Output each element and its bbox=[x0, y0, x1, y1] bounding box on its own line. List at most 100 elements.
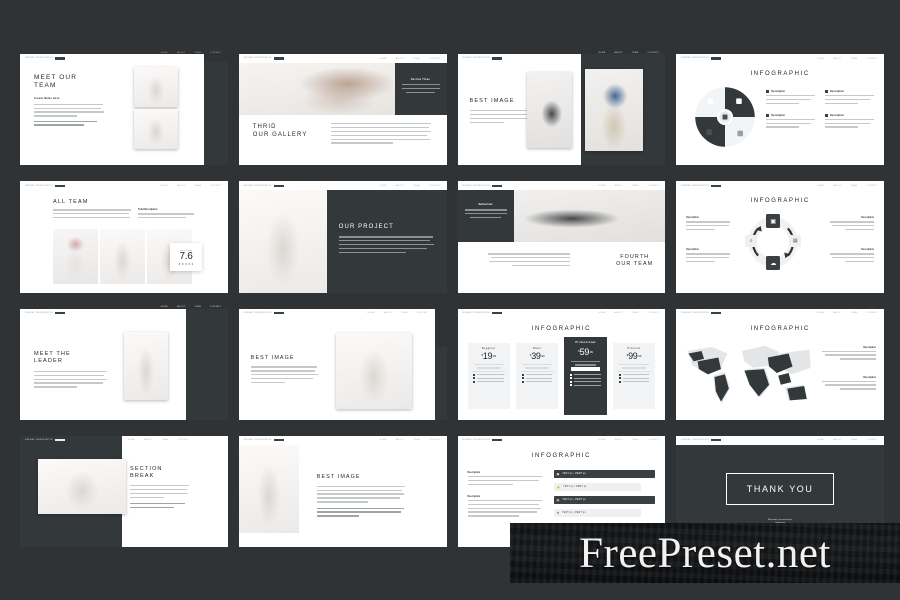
nav-team[interactable]: TEAM bbox=[413, 58, 420, 60]
nav-contact[interactable]: CONTACT bbox=[648, 185, 660, 187]
pricing-plan-begginer[interactable]: Begginer $ 19 .99 bbox=[467, 342, 510, 409]
nav-contact[interactable]: CONTACT bbox=[648, 52, 660, 54]
nav-home[interactable]: HOME bbox=[368, 312, 375, 314]
nav-team[interactable]: TEAM bbox=[632, 52, 639, 54]
slide-meet-our-team[interactable]: MINIMAL PRESENTATION MEET OUR TEAM Creat… bbox=[16, 48, 232, 172]
logo-text: MINIMAL PRESENTATION bbox=[462, 439, 491, 442]
nav-team[interactable]: TEAM bbox=[194, 52, 201, 54]
slide-fourth-our-team[interactable]: MINIMAL PRESENTATION HOME ABOUT TEAM CON… bbox=[453, 175, 670, 299]
body-text bbox=[250, 366, 319, 384]
nav-contact[interactable]: CONTACT bbox=[177, 439, 189, 441]
nav-about[interactable]: ABOUT bbox=[396, 185, 404, 187]
nav-team[interactable]: TEAM bbox=[162, 439, 169, 441]
slide-section-break[interactable]: MINIMAL PRESENTATION HOME ABOUT TEAM CON… bbox=[16, 429, 232, 553]
plan-cents: .99 bbox=[492, 354, 497, 358]
nav-home[interactable]: HOME bbox=[817, 439, 824, 441]
nav-about[interactable]: ABOUT bbox=[396, 439, 404, 441]
slide-meet-the-leader[interactable]: MINIMAL PRESENTATION MEET THE LEADER HOM… bbox=[16, 302, 232, 426]
nav-contact[interactable]: CONTACT bbox=[429, 439, 441, 441]
slide-infographic-circle[interactable]: MINIMAL PRESENTATION HOME ABOUT TEAM CON… bbox=[672, 48, 888, 172]
nav-home[interactable]: HOME bbox=[380, 439, 387, 441]
nav-home[interactable]: HOME bbox=[817, 312, 824, 314]
slide-nav: HOME ABOUT TEAM CONTACT bbox=[817, 312, 878, 314]
content-panel: OUR PROJECT bbox=[326, 190, 447, 293]
slide-best-image-3[interactable]: MINIMAL PRESENTATION HOME ABOUT TEAM CON… bbox=[234, 429, 451, 553]
bar-item-3[interactable]: ▤ TEXT px • PERT px bbox=[553, 495, 656, 504]
slide-our-project[interactable]: MINIMAL PRESENTATION HOME ABOUT TEAM CON… bbox=[234, 175, 451, 299]
slide-infographic-pricing[interactable]: MINIMAL PRESENTATION HOME ABOUT TEAM CON… bbox=[453, 302, 670, 426]
nav-about[interactable]: ABOUT bbox=[614, 312, 622, 314]
bar-item-2[interactable]: ☝ TEXT px • PERT px bbox=[553, 482, 641, 491]
nav-team[interactable]: TEAM bbox=[851, 312, 858, 314]
nav-home[interactable]: HOME bbox=[817, 185, 824, 187]
nav-about[interactable]: ABOUT bbox=[833, 58, 841, 60]
nav-about[interactable]: ABOUT bbox=[614, 52, 622, 54]
nav-home[interactable]: HOME bbox=[380, 185, 387, 187]
nav-contact[interactable]: CONTACT bbox=[866, 439, 878, 441]
nav-home[interactable]: HOME bbox=[380, 58, 387, 60]
nav-home[interactable]: HOME bbox=[161, 185, 168, 187]
nav-team[interactable]: TEAM bbox=[401, 312, 408, 314]
nav-home[interactable]: HOME bbox=[161, 306, 168, 308]
nav-team[interactable]: TEAM bbox=[194, 306, 201, 308]
nav-about[interactable]: ABOUT bbox=[384, 312, 392, 314]
nav-about[interactable]: ABOUT bbox=[177, 306, 185, 308]
nav-about[interactable]: ABOUT bbox=[833, 185, 841, 187]
pricing-plan-professional[interactable]: Professional $ 59 .99 bbox=[564, 336, 607, 415]
nav-about[interactable]: ABOUT bbox=[144, 439, 152, 441]
nav-contact[interactable]: CONTACT bbox=[648, 439, 660, 441]
nav-about[interactable]: ABOUT bbox=[177, 185, 185, 187]
slide-thrid-our-gallery[interactable]: MINIMAL PRESENTATION HOME ABOUT TEAM CON… bbox=[234, 48, 451, 172]
slide-infographic-cycle[interactable]: MINIMAL PRESENTATION HOME ABOUT TEAM CON… bbox=[672, 175, 888, 299]
nav-about[interactable]: ABOUT bbox=[177, 52, 185, 54]
nav-contact[interactable]: CONTACT bbox=[210, 306, 222, 308]
nav-home[interactable]: HOME bbox=[598, 52, 605, 54]
slide-chrome: MINIMAL PRESENTATION HOME ABOUT TEAM CON… bbox=[676, 54, 884, 63]
nav-home[interactable]: HOME bbox=[598, 439, 605, 441]
nav-contact[interactable]: CONTACT bbox=[429, 58, 441, 60]
nav-about[interactable]: ABOUT bbox=[833, 312, 841, 314]
nav-team[interactable]: TEAM bbox=[632, 185, 639, 187]
logo-mark bbox=[273, 184, 284, 187]
logo-text: MINIMAL PRESENTATION bbox=[681, 57, 710, 60]
nav-contact[interactable]: CONTACT bbox=[210, 52, 222, 54]
nav-team[interactable]: TEAM bbox=[413, 185, 420, 187]
nav-home[interactable]: HOME bbox=[128, 439, 135, 441]
nav-home[interactable]: HOME bbox=[598, 185, 605, 187]
bar-item-1[interactable]: ▣ TEXT px • PERT px bbox=[553, 469, 656, 478]
bar-item-4[interactable]: ⚗ TEXT px • PERT px bbox=[553, 508, 641, 517]
nav-contact[interactable]: CONTACT bbox=[866, 185, 878, 187]
slide-infographic-map[interactable]: MINIMAL PRESENTATION HOME ABOUT TEAM CON… bbox=[672, 302, 888, 426]
info-item-body bbox=[766, 95, 817, 105]
nav-about[interactable]: ABOUT bbox=[833, 439, 841, 441]
nav-team[interactable]: TEAM bbox=[194, 185, 201, 187]
nav-about[interactable]: ABOUT bbox=[614, 185, 622, 187]
slide-best-image-2[interactable]: MINIMAL PRESENTATION HOME ABOUT TEAM CON… bbox=[234, 302, 451, 426]
nav-home[interactable]: HOME bbox=[817, 58, 824, 60]
nav-contact[interactable]: CONTACT bbox=[417, 312, 429, 314]
nav-contact[interactable]: CONTACT bbox=[429, 185, 441, 187]
pricing-plan-basic[interactable]: Basic $ 39 .99 bbox=[515, 342, 559, 409]
nav-team[interactable]: TEAM bbox=[851, 439, 858, 441]
donut-chart bbox=[695, 87, 756, 147]
nav-contact[interactable]: CONTACT bbox=[210, 185, 222, 187]
slide-all-team[interactable]: MINIMAL PRESENTATION HOME ABOUT TEAM CON… bbox=[16, 175, 232, 299]
watermark-text: FreePreset.net bbox=[579, 529, 831, 577]
nav-about[interactable]: ABOUT bbox=[396, 58, 404, 60]
nav-home[interactable]: HOME bbox=[161, 52, 168, 54]
slide-best-image-1[interactable]: MINIMAL PRESENTATION BEST IMAGE HOME ABO… bbox=[453, 48, 670, 172]
nav-team[interactable]: TEAM bbox=[632, 312, 639, 314]
pricing-plan-premium[interactable]: Premium $ 99 .99 bbox=[612, 342, 656, 409]
nav-contact[interactable]: CONTACT bbox=[648, 312, 660, 314]
nav-home[interactable]: HOME bbox=[598, 312, 605, 314]
nav-contact[interactable]: CONTACT bbox=[866, 312, 878, 314]
nav-contact[interactable]: CONTACT bbox=[866, 58, 878, 60]
plan-cta-button[interactable] bbox=[570, 367, 601, 372]
info-item: Description bbox=[825, 113, 876, 131]
nav-team[interactable]: TEAM bbox=[632, 439, 639, 441]
nav-about[interactable]: ABOUT bbox=[614, 439, 622, 441]
nav-team[interactable]: TEAM bbox=[851, 58, 858, 60]
nav-team[interactable]: TEAM bbox=[413, 439, 420, 441]
slide-nav: HOME ABOUT TEAM CONTACT bbox=[817, 58, 878, 60]
nav-team[interactable]: TEAM bbox=[851, 185, 858, 187]
